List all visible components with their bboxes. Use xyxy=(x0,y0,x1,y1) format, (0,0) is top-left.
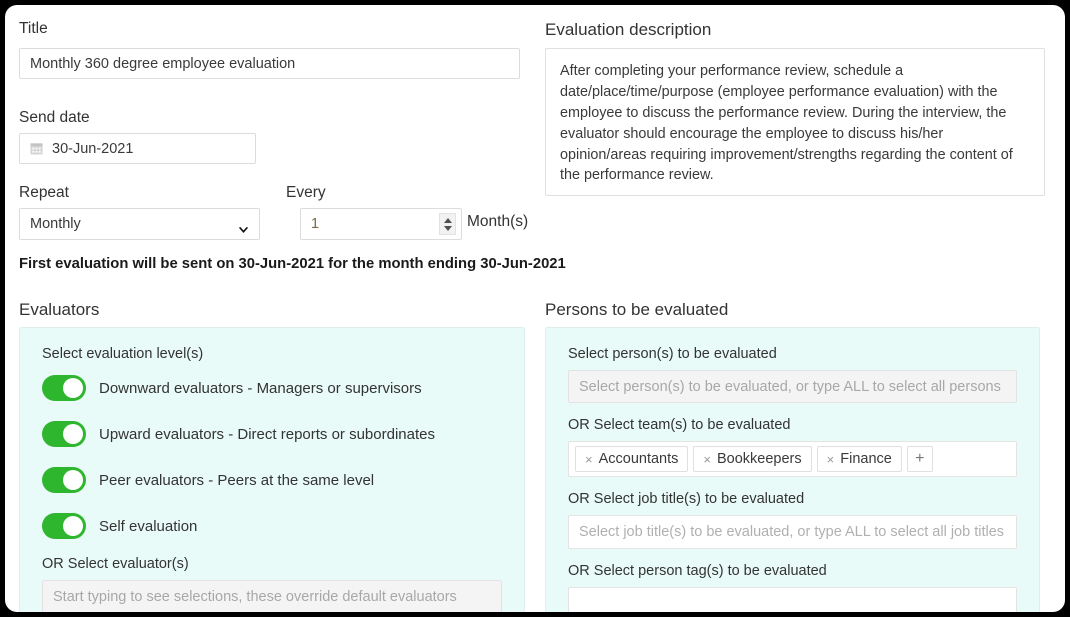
every-stepper[interactable]: 1 xyxy=(300,208,462,240)
tag-bookkeepers[interactable]: × Bookkeepers xyxy=(693,446,811,472)
repeat-select-box[interactable]: Monthly xyxy=(19,208,260,240)
spacer xyxy=(568,403,1017,417)
toggle-downward-label: Downward evaluators - Managers or superv… xyxy=(99,380,422,397)
person-tags-select-input[interactable] xyxy=(568,587,1017,612)
toggle-self-label: Self evaluation xyxy=(99,518,197,535)
first-evaluation-note: First evaluation will be sent on 30-Jun-… xyxy=(19,256,566,272)
close-icon[interactable]: × xyxy=(703,453,711,466)
select-persons-label: Select person(s) to be evaluated xyxy=(568,346,1017,362)
or-select-evaluators-label: OR Select evaluator(s) xyxy=(42,556,502,572)
evaluators-heading: Evaluators xyxy=(19,299,99,321)
teams-tag-field[interactable]: × Accountants × Bookkeepers × Finance + xyxy=(568,441,1017,477)
every-value[interactable]: 1 xyxy=(311,216,319,232)
select-person-tags-label: OR Select person tag(s) to be evaluated xyxy=(568,563,1017,579)
every-label: Every xyxy=(286,183,326,203)
number-spinner[interactable] xyxy=(439,213,456,235)
send-date-label: Send date xyxy=(19,108,90,128)
spacer xyxy=(568,477,1017,491)
toggle-upward-label: Upward evaluators - Direct reports or su… xyxy=(99,426,435,443)
evaluation-setup-page: Title Monthly 360 degree employee evalua… xyxy=(5,5,1065,612)
tag-label: Bookkeepers xyxy=(717,451,802,467)
repeat-select[interactable]: Monthly xyxy=(19,208,260,240)
evaluators-select-input[interactable]: Start typing to see selections, these ov… xyxy=(42,580,502,612)
toggle-knob xyxy=(63,470,83,490)
spinner-up-icon[interactable] xyxy=(444,218,452,223)
send-date-input[interactable]: 30-Jun-2021 xyxy=(19,133,256,165)
send-date-box[interactable]: 30-Jun-2021 xyxy=(19,133,256,164)
toggle-upward-evaluators[interactable] xyxy=(42,421,86,447)
app-window: Title Monthly 360 degree employee evalua… xyxy=(5,5,1065,612)
select-job-titles-label: OR Select job title(s) to be evaluated xyxy=(568,491,1017,507)
repeat-label: Repeat xyxy=(19,183,69,203)
every-unit-label: Month(s) xyxy=(467,213,528,231)
toggle-self-evaluation[interactable] xyxy=(42,513,86,539)
toggle-knob xyxy=(63,424,83,444)
toggle-row-peer[interactable]: Peer evaluators - Peers at the same leve… xyxy=(42,464,502,496)
toggle-row-self[interactable]: Self evaluation xyxy=(42,510,502,542)
title-label: Title xyxy=(19,19,48,39)
toggle-row-downward[interactable]: Downward evaluators - Managers or superv… xyxy=(42,372,502,404)
persons-panel: Select person(s) to be evaluated Select … xyxy=(545,327,1040,612)
toggle-downward-evaluators[interactable] xyxy=(42,375,86,401)
tag-accountants[interactable]: × Accountants xyxy=(575,446,688,472)
description-textarea[interactable]: After completing your performance review… xyxy=(545,48,1045,196)
spacer xyxy=(568,549,1017,563)
toggle-knob xyxy=(63,516,83,536)
tag-label: Finance xyxy=(840,451,892,467)
description-heading: Evaluation description xyxy=(545,19,711,41)
persons-heading: Persons to be evaluated xyxy=(545,299,728,321)
every-stepper-box[interactable]: 1 xyxy=(300,208,462,240)
toggle-row-upward[interactable]: Upward evaluators - Direct reports or su… xyxy=(42,418,502,450)
repeat-selected-value: Monthly xyxy=(30,216,81,232)
toggle-knob xyxy=(63,378,83,398)
add-team-button[interactable]: + xyxy=(907,446,933,472)
spinner-down-icon[interactable] xyxy=(444,226,452,231)
tag-finance[interactable]: × Finance xyxy=(817,446,902,472)
close-icon[interactable]: × xyxy=(827,453,835,466)
calendar-icon xyxy=(30,142,43,155)
toggle-peer-evaluators[interactable] xyxy=(42,467,86,493)
toggle-peer-label: Peer evaluators - Peers at the same leve… xyxy=(99,472,374,489)
send-date-value: 30-Jun-2021 xyxy=(52,141,133,157)
chevron-down-icon xyxy=(239,221,248,227)
evaluators-panel: Select evaluation level(s) Downward eval… xyxy=(19,327,525,612)
persons-select-input[interactable]: Select person(s) to be evaluated, or typ… xyxy=(568,370,1017,403)
tag-label: Accountants xyxy=(599,451,679,467)
close-icon[interactable]: × xyxy=(585,453,593,466)
job-titles-select-input[interactable]: Select job title(s) to be evaluated, or … xyxy=(568,515,1017,549)
select-teams-label: OR Select team(s) to be evaluated xyxy=(568,417,1017,433)
title-input-value[interactable]: Monthly 360 degree employee evaluation xyxy=(19,48,520,79)
title-input[interactable]: Monthly 360 degree employee evaluation xyxy=(19,48,520,80)
evaluation-level-label: Select evaluation level(s) xyxy=(42,346,502,362)
